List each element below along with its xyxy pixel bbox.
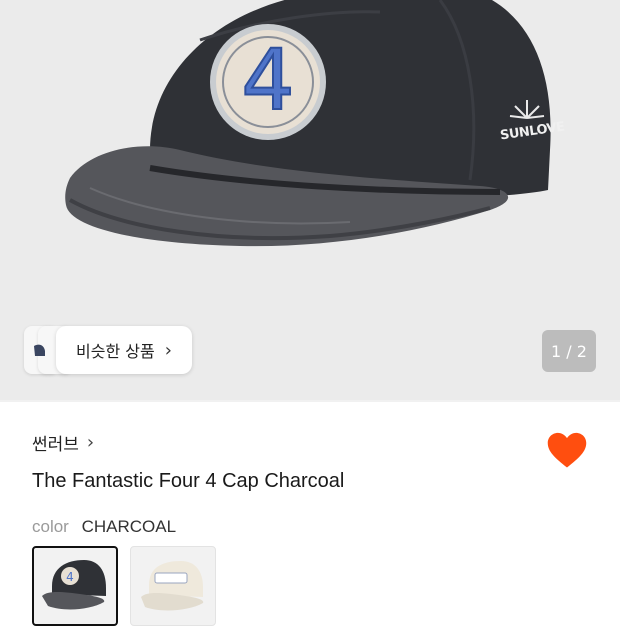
similar-products-button[interactable]: 비슷한 상품 ›	[56, 326, 192, 374]
svg-text:4: 4	[66, 570, 74, 584]
color-swatch-cream[interactable]	[130, 546, 216, 626]
similar-products-label: 비슷한 상품	[76, 342, 155, 361]
patch-number: 4	[240, 30, 295, 130]
divider	[0, 400, 620, 402]
brand-link[interactable]: 썬러브 ›	[32, 430, 94, 455]
color-option-row: color CHARCOAL	[32, 517, 176, 537]
brand-name: 썬러브	[32, 435, 79, 455]
color-value: CHARCOAL	[81, 517, 177, 536]
cream-cap-thumb	[141, 561, 204, 611]
color-label: color	[32, 517, 69, 536]
image-counter: 1 / 2	[542, 330, 596, 372]
product-image-carousel[interactable]: 4 SUNLOVE 비슷한 상품 › 1 / 2	[0, 0, 620, 400]
product-title: The Fantastic Four 4 Cap Charcoal	[32, 470, 345, 492]
charcoal-cap-thumb: 4	[42, 560, 106, 610]
color-swatch-charcoal[interactable]: 4	[32, 546, 118, 626]
chevron-right-icon: ›	[164, 339, 172, 361]
heart-icon[interactable]	[546, 430, 588, 470]
mini-cap-icon	[34, 344, 45, 356]
chevron-right-icon: ›	[86, 432, 95, 453]
